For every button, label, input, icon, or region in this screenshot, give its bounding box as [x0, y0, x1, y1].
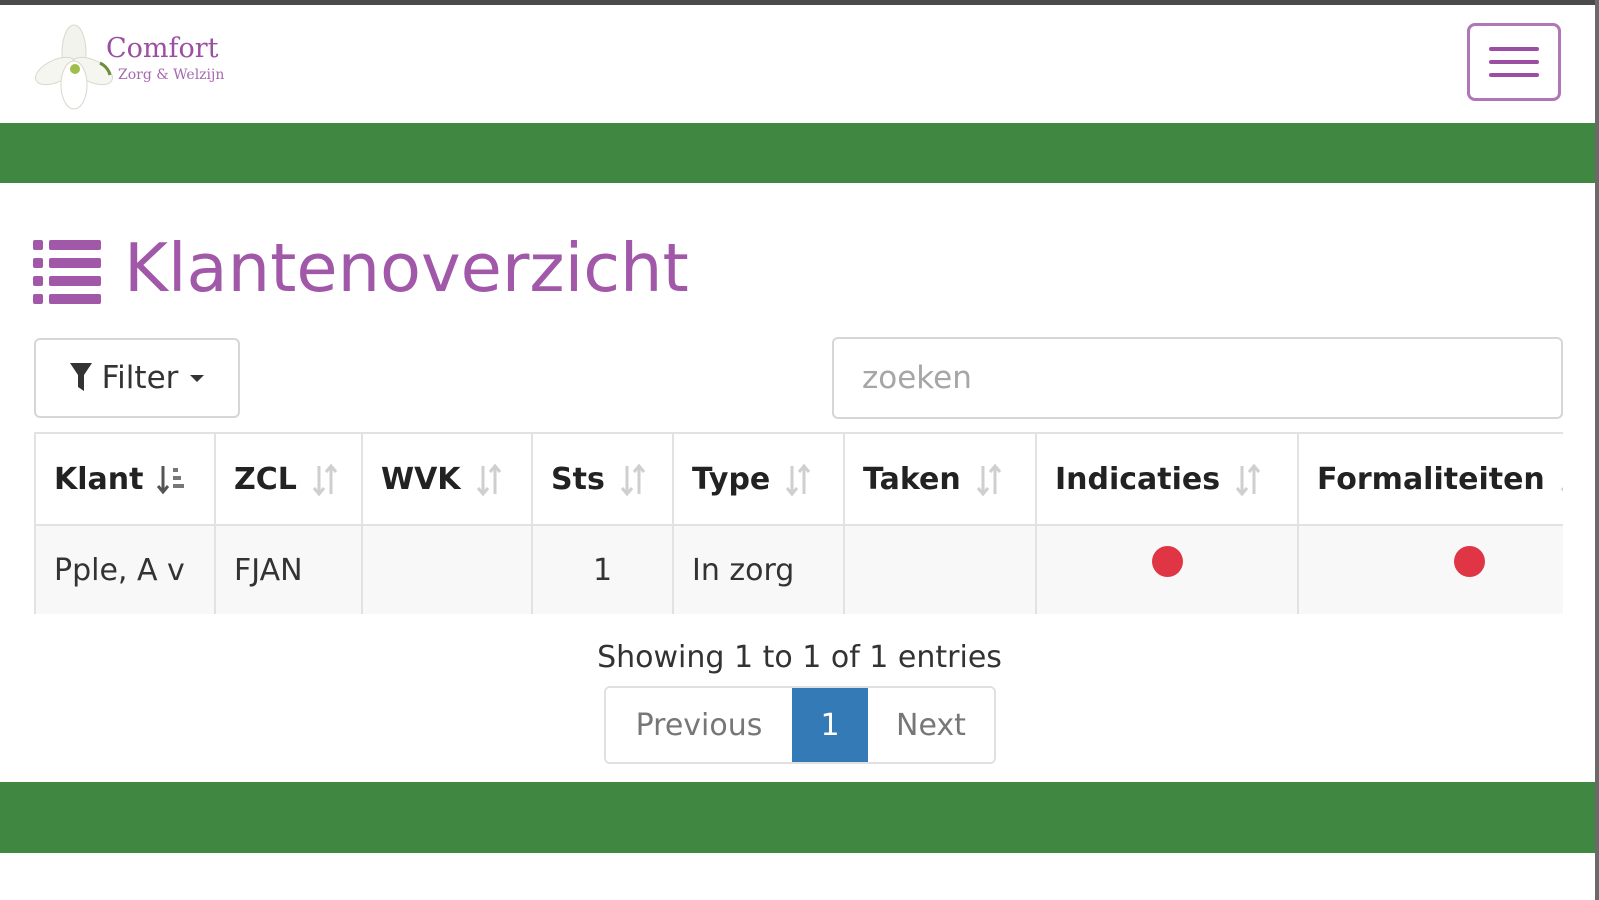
- clients-table-container: Klant ZCL WVK Sts Type Taken Indicaties …: [34, 432, 1563, 614]
- cell-wvk: [361, 524, 533, 614]
- menu-toggle-button[interactable]: [1467, 23, 1561, 101]
- sort-icon: [312, 464, 338, 496]
- sort-icon: [1235, 464, 1261, 496]
- cell-klant[interactable]: Pple, A v: [34, 524, 216, 614]
- pagination: Previous 1 Next: [604, 686, 996, 764]
- page-title: Klantenoverzicht: [124, 229, 689, 307]
- sort-icon: [1560, 487, 1563, 492]
- list-icon: [33, 240, 101, 304]
- top-green-bar: [0, 123, 1595, 183]
- sort-icon: [786, 464, 811, 496]
- column-header-wvk[interactable]: WVK: [361, 432, 533, 526]
- red-status-dot-icon: [1454, 545, 1485, 577]
- caret-down-icon: [190, 374, 205, 382]
- filter-button[interactable]: Filter: [34, 338, 240, 418]
- column-header-type[interactable]: Type: [672, 432, 845, 526]
- red-status-dot-icon: [1151, 545, 1183, 577]
- column-header-zcl[interactable]: ZCL: [214, 432, 363, 526]
- search-input[interactable]: [832, 337, 1563, 419]
- table-row[interactable]: Pple, A v FJAN 1 In zorg: [34, 524, 1563, 614]
- brand-logo[interactable]: Comfort Zorg & Welzijn: [34, 23, 254, 113]
- next-page-button[interactable]: Next: [868, 688, 994, 762]
- funnel-icon: [69, 363, 92, 391]
- column-header-formaliteiten[interactable]: Formaliteiten: [1297, 432, 1563, 526]
- cell-indicaties: [1035, 524, 1299, 614]
- column-header-sts[interactable]: Sts: [531, 432, 674, 526]
- sort-icon: [976, 464, 1001, 496]
- column-header-klant[interactable]: Klant: [34, 432, 216, 526]
- lily-flower-icon: [35, 24, 113, 110]
- page-1-button[interactable]: 1: [792, 688, 868, 762]
- cell-formaliteiten: [1297, 524, 1563, 614]
- sort-ascending-icon: [157, 466, 185, 495]
- table-header-row: Klant ZCL WVK Sts Type Taken Indicaties …: [34, 432, 1563, 526]
- previous-page-button[interactable]: Previous: [606, 688, 792, 762]
- cell-type: In zorg: [672, 524, 845, 614]
- cell-zcl: FJAN: [214, 524, 363, 614]
- sort-icon: [620, 464, 645, 496]
- clients-table: Klant ZCL WVK Sts Type Taken Indicaties …: [34, 432, 1563, 614]
- table-info: Showing 1 to 1 of 1 entries: [597, 640, 1002, 675]
- column-header-indicaties[interactable]: Indicaties: [1035, 432, 1299, 526]
- filter-label: Filter: [101, 360, 179, 396]
- footer-green-bar: [0, 782, 1595, 853]
- brand-name: Comfort: [106, 33, 219, 64]
- site-header: Comfort Zorg & Welzijn: [0, 5, 1595, 123]
- sort-icon: [476, 464, 501, 496]
- column-header-taken[interactable]: Taken: [843, 432, 1037, 526]
- cell-sts: 1: [531, 524, 674, 614]
- brand-tagline: Zorg & Welzijn: [118, 67, 225, 83]
- cell-taken: [843, 524, 1037, 614]
- hamburger-icon: [1489, 47, 1539, 51]
- window-right-border: [1595, 0, 1599, 900]
